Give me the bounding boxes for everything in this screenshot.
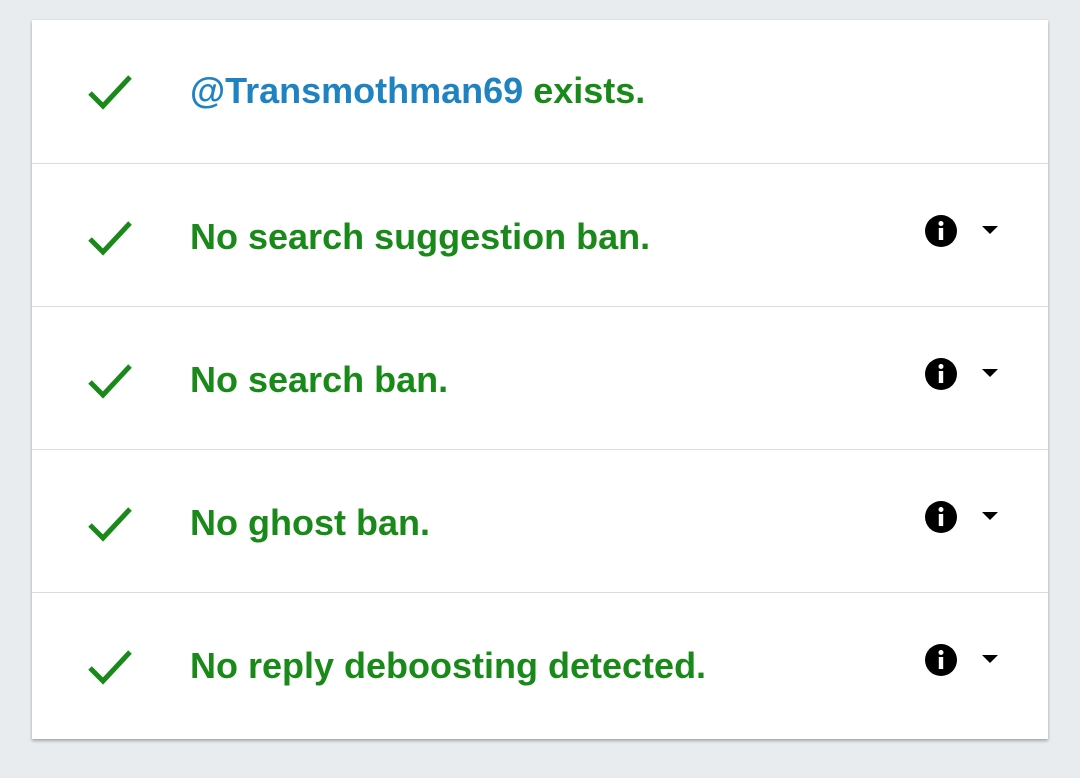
result-message: No search suggestion ban. bbox=[190, 216, 651, 257]
result-row-search-ban: No search ban. bbox=[32, 306, 1048, 449]
result-row-exists: @Transmothman69 exists. bbox=[32, 20, 1048, 163]
check-icon bbox=[88, 650, 132, 685]
results-card: @Transmothman69 exists. No search sugges… bbox=[32, 20, 1048, 739]
info-icon[interactable] bbox=[924, 357, 958, 391]
chevron-down-icon[interactable] bbox=[982, 654, 998, 664]
result-message: No search ban. bbox=[190, 359, 449, 400]
check-icon bbox=[88, 221, 132, 256]
info-icon[interactable] bbox=[924, 500, 958, 534]
result-row-reply-deboosting: No reply deboosting detected. bbox=[32, 592, 1048, 735]
check-icon bbox=[88, 75, 132, 110]
check-icon bbox=[88, 364, 132, 399]
username-link[interactable]: @Transmothman69 bbox=[190, 70, 523, 111]
result-message: No ghost ban. bbox=[190, 502, 430, 543]
result-message: @Transmothman69 exists. bbox=[190, 70, 645, 112]
result-row-ghost-ban: No ghost ban. bbox=[32, 449, 1048, 592]
info-icon[interactable] bbox=[924, 214, 958, 248]
chevron-down-icon[interactable] bbox=[982, 368, 998, 378]
result-row-search-suggestion-ban: No search suggestion ban. bbox=[32, 163, 1048, 306]
check-icon bbox=[88, 507, 132, 542]
result-message: No reply deboosting detected. bbox=[190, 645, 707, 686]
chevron-down-icon[interactable] bbox=[982, 511, 998, 521]
exists-text: exists. bbox=[523, 70, 646, 111]
info-icon[interactable] bbox=[924, 643, 958, 677]
chevron-down-icon[interactable] bbox=[982, 225, 998, 235]
